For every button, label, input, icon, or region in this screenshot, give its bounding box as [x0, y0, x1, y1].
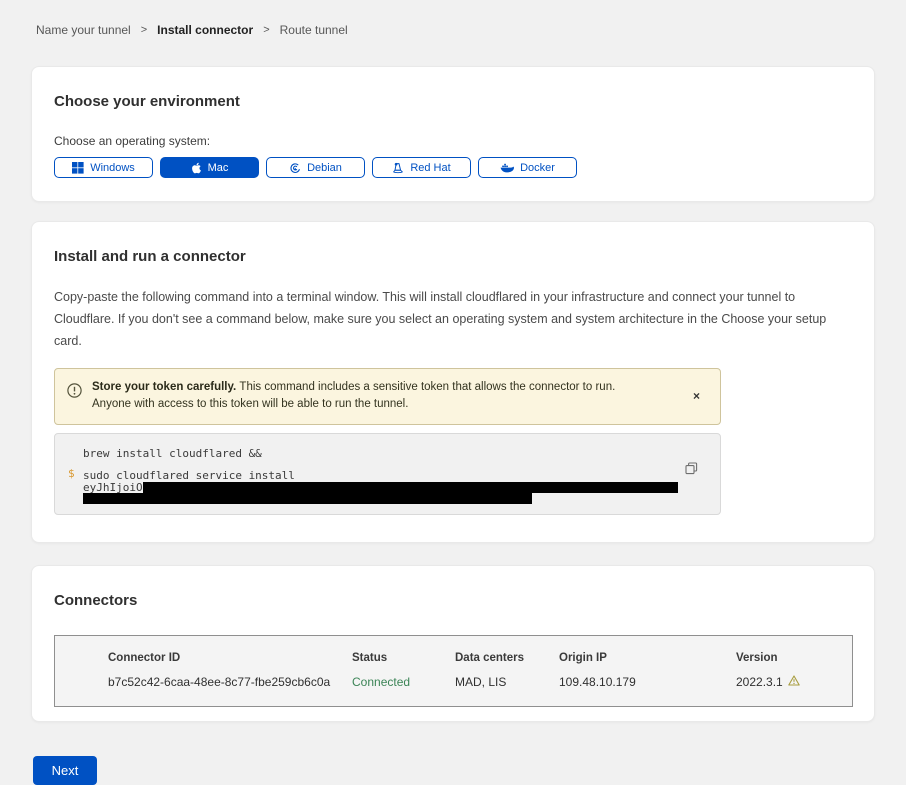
command-line-2: sudo cloudflared service install [83, 469, 680, 482]
token-prefix: eyJhIjoiO [83, 482, 143, 493]
token-redaction-bar [143, 482, 678, 493]
shell-prompt: $ [68, 467, 75, 480]
redhat-icon [392, 162, 404, 174]
connectors-table: Connector ID Status Data centers Origin … [54, 635, 853, 707]
environment-card-title: Choose your environment [54, 93, 852, 110]
breadcrumb-separator: > [263, 24, 269, 36]
column-header-origin-ip: Origin IP [559, 652, 736, 664]
command-line-1: brew install cloudflared && [83, 447, 680, 460]
os-button-label: Docker [520, 162, 555, 174]
alert-circle-icon [67, 383, 82, 403]
data-centers-value: MAD, LIS [455, 675, 559, 689]
install-command-block: $ brew install cloudflared && sudo cloud… [54, 433, 721, 515]
token-warning-banner: Store your token carefully. This command… [54, 368, 721, 426]
next-button[interactable]: Next [33, 756, 97, 785]
warning-title: Store your token carefully. [92, 381, 239, 393]
warning-text: Store your token carefully. This command… [92, 379, 675, 415]
connectors-card: Connectors Connector ID Status Data cent… [31, 565, 875, 722]
connectors-table-header: Connector ID Status Data centers Origin … [55, 652, 852, 664]
docker-icon [500, 162, 514, 174]
os-button-group: Windows Mac Debian Red Hat Docker [54, 157, 852, 178]
column-header-connector-id: Connector ID [55, 652, 352, 664]
install-card-title: Install and run a connector [54, 248, 852, 265]
column-header-data-centers: Data centers [455, 652, 559, 664]
breadcrumb-route-tunnel[interactable]: Route tunnel [280, 23, 348, 37]
os-button-label: Mac [208, 162, 229, 174]
install-card: Install and run a connector Copy-paste t… [31, 221, 875, 543]
os-button-windows[interactable]: Windows [54, 157, 153, 178]
os-button-redhat[interactable]: Red Hat [372, 157, 471, 178]
breadcrumb-install-connector[interactable]: Install connector [157, 23, 253, 37]
os-button-mac[interactable]: Mac [160, 157, 259, 178]
debian-icon [289, 162, 301, 174]
table-row: b7c52c42-6caa-48ee-8c77-fbe259cb6c0a Con… [55, 675, 852, 689]
breadcrumb-name-your-tunnel[interactable]: Name your tunnel [36, 23, 131, 37]
token-redaction-bar [83, 493, 532, 504]
apple-icon [191, 162, 202, 174]
os-button-debian[interactable]: Debian [266, 157, 365, 178]
connector-id-value: b7c52c42-6caa-48ee-8c77-fbe259cb6c0a [55, 675, 352, 689]
copy-icon[interactable] [685, 462, 698, 478]
column-header-status: Status [352, 652, 455, 664]
column-header-version: Version [736, 652, 852, 664]
version-value: 2022.3.1 [736, 675, 783, 689]
install-description: Copy-paste the following command into a … [54, 287, 852, 353]
breadcrumb-separator: > [141, 24, 147, 36]
os-select-label: Choose an operating system: [54, 134, 852, 148]
warning-triangle-icon [788, 675, 800, 689]
os-button-label: Red Hat [410, 162, 450, 174]
os-button-label: Debian [307, 162, 342, 174]
os-button-label: Windows [90, 162, 135, 174]
connectors-card-title: Connectors [54, 592, 852, 609]
os-button-docker[interactable]: Docker [478, 157, 577, 178]
origin-ip-value: 109.48.10.179 [559, 675, 736, 689]
environment-card: Choose your environment Choose an operat… [31, 66, 875, 202]
close-icon[interactable]: × [685, 389, 708, 403]
token-line: eyJhIjoiO [83, 482, 680, 493]
status-badge: Connected [352, 675, 455, 689]
breadcrumb: Name your tunnel > Install connector > R… [0, 0, 906, 37]
windows-icon [72, 162, 84, 174]
token-line [83, 493, 680, 504]
